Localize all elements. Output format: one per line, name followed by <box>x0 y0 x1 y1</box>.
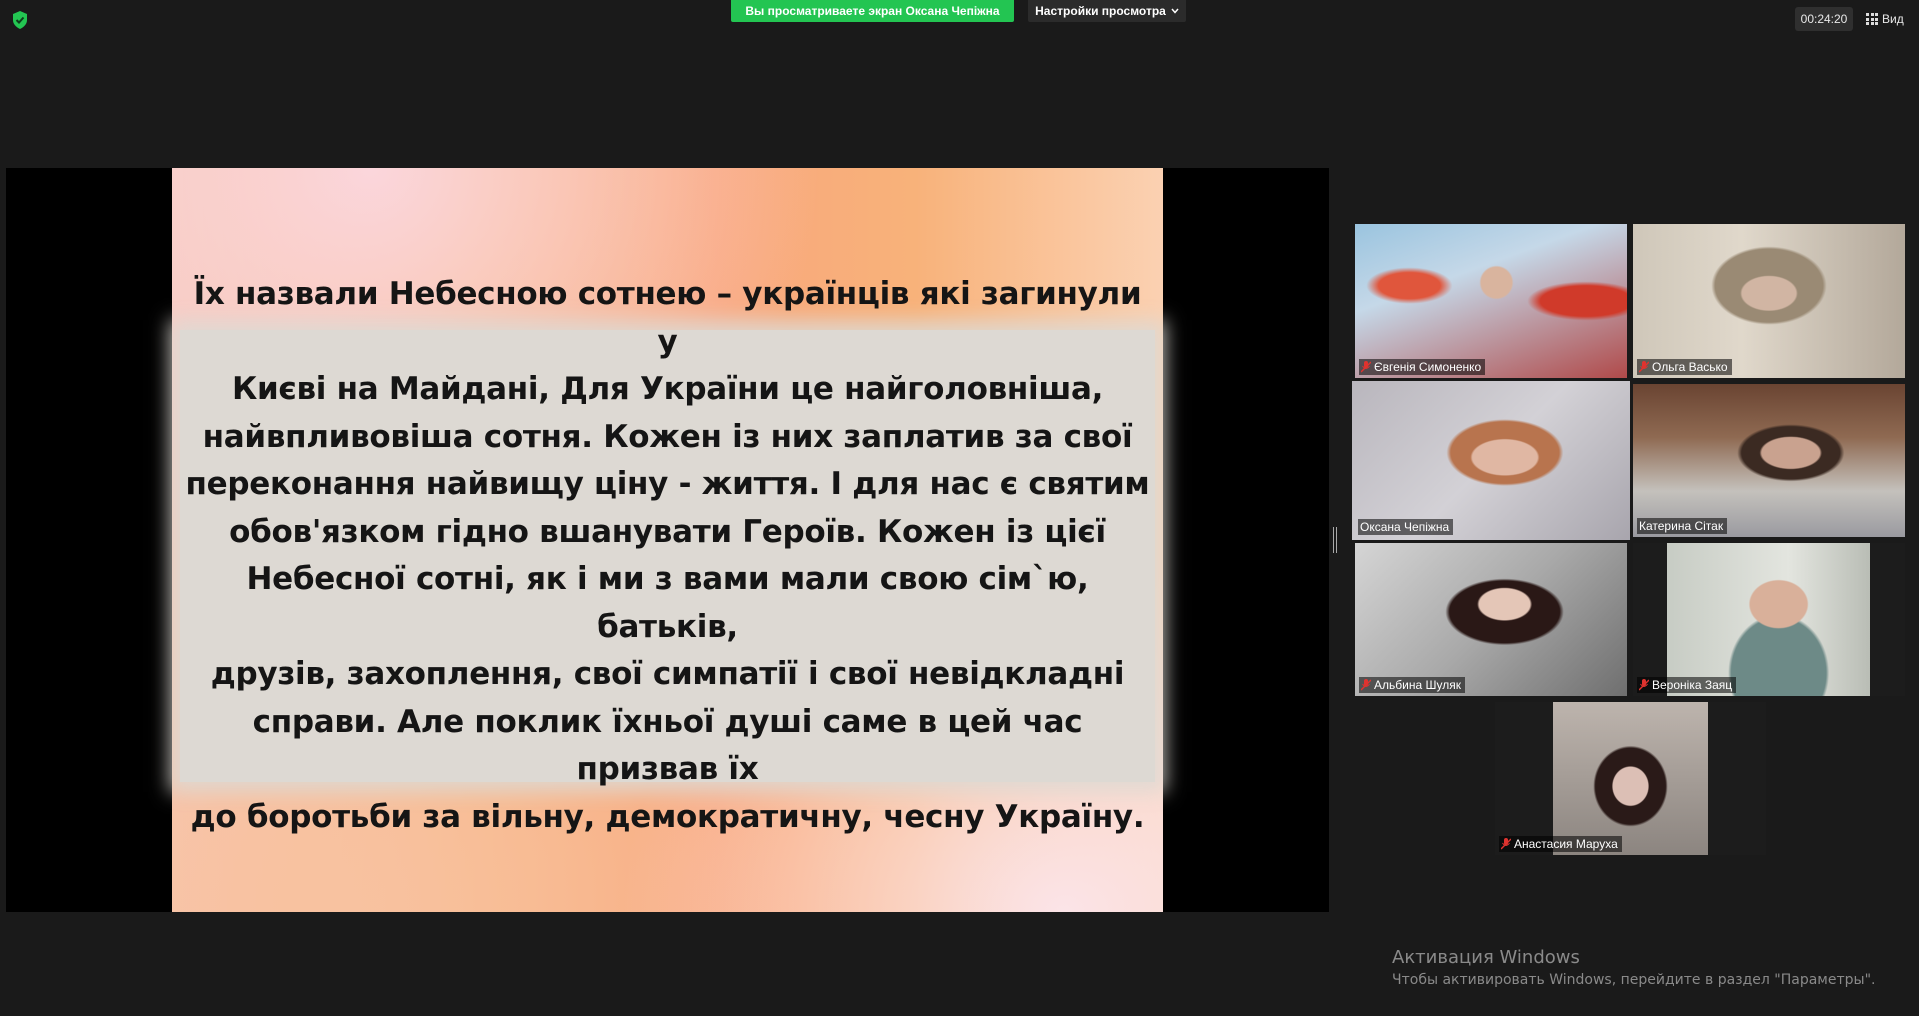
screen-share-banner: Вы просматриваете экран Оксана Чепіжна <box>731 0 1014 22</box>
participant-name-tag: Вероніка Заяц <box>1637 677 1737 693</box>
view-button[interactable]: Вид <box>1866 9 1904 29</box>
slide-text: Їх назвали Небесною сотнею – українців я… <box>185 276 1150 835</box>
muted-mic-icon <box>1639 679 1649 691</box>
windows-activation-title: Активация Windows <box>1392 947 1580 968</box>
muted-mic-icon <box>1361 679 1371 691</box>
slide-text-panel: Їх назвали Небесною сотнею – українців я… <box>180 276 1155 835</box>
grid-view-icon <box>1866 13 1878 25</box>
participant-name: Ольга Васько <box>1652 360 1728 374</box>
muted-mic-icon <box>1361 361 1371 373</box>
windows-activation-subtitle: Чтобы активировать Windows, перейдите в … <box>1392 972 1876 988</box>
muted-mic-icon <box>1501 838 1511 850</box>
view-settings-label: Настройки просмотра <box>1035 4 1166 18</box>
participant-tile[interactable]: Анастасия Маруха <box>1495 702 1766 855</box>
participant-name-tag: Ольга Васько <box>1637 359 1732 375</box>
participant-video <box>1352 381 1630 540</box>
participant-tile[interactable]: Євгенія Симоненко <box>1355 224 1627 378</box>
participant-name: Альбина Шуляк <box>1374 678 1461 692</box>
participant-video <box>1633 384 1905 537</box>
security-shield-icon[interactable] <box>12 11 28 29</box>
participant-name: Анастасия Маруха <box>1514 837 1618 851</box>
meeting-timer: 00:24:20 <box>1795 7 1853 31</box>
muted-mic-icon <box>1639 361 1649 373</box>
view-settings-button[interactable]: Настройки просмотра <box>1028 0 1186 22</box>
participant-video <box>1355 543 1627 696</box>
participant-tile[interactable]: Альбина Шуляк <box>1355 543 1627 696</box>
participant-video <box>1633 224 1905 378</box>
participant-name: Оксана Чепіжна <box>1360 520 1450 534</box>
view-button-label: Вид <box>1882 12 1904 26</box>
participant-name-tag: Євгенія Симоненко <box>1359 359 1486 375</box>
participant-video <box>1355 224 1627 378</box>
participant-name-tag: Оксана Чепіжна <box>1358 519 1454 535</box>
participant-name: Вероніка Заяц <box>1652 678 1733 692</box>
participant-name-tag: Катерина Сітак <box>1637 518 1728 534</box>
participant-tile-active-speaker[interactable]: Оксана Чепіжна <box>1352 381 1630 540</box>
participant-tile[interactable]: Вероніка Заяц <box>1633 543 1905 696</box>
participant-name-tag: Анастасия Маруха <box>1499 836 1622 852</box>
participant-tile[interactable]: Ольга Васько <box>1633 224 1905 378</box>
screen-share-banner-text: Вы просматриваете экран Оксана Чепіжна <box>745 4 1000 18</box>
meeting-timer-text: 00:24:20 <box>1800 12 1848 26</box>
participant-name-tag: Альбина Шуляк <box>1359 677 1465 693</box>
chevron-down-icon <box>1171 8 1179 14</box>
participant-video <box>1553 702 1708 855</box>
participant-name: Катерина Сітак <box>1639 519 1724 533</box>
participant-name: Євгенія Симоненко <box>1374 360 1482 374</box>
participant-tile[interactable]: Катерина Сітак <box>1633 384 1905 537</box>
panel-resize-handle[interactable] <box>1333 527 1337 553</box>
participant-video <box>1667 543 1870 696</box>
